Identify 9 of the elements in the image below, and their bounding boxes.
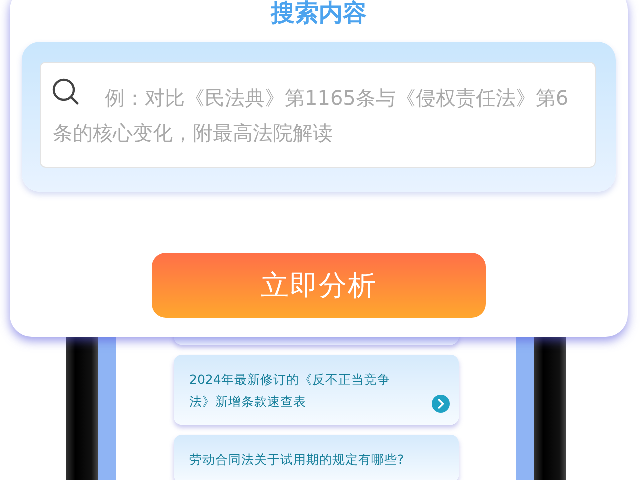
suggestion-card[interactable]: 劳动合同法关于试用期的规定有哪些? [174, 435, 458, 480]
search-icon [52, 78, 80, 106]
dialog-title: 搜索内容 [271, 0, 367, 29]
analyze-button[interactable]: 立即分析 [152, 253, 486, 318]
search-field[interactable]: 例：对比《民法典》第1165条与《侵权责任法》第6条的核心变化，附最高法院解读 [40, 62, 596, 168]
suggestion-card[interactable]: 2024年最新修订的《反不正当竞争法》新增条款速查表 [174, 355, 458, 425]
chevron-right-icon[interactable] [432, 395, 450, 413]
suggestion-text: 劳动合同法关于试用期的规定有哪些? [190, 451, 404, 469]
suggestion-text: 2024年最新修订的《反不正当竞争法》新增条款速查表 [190, 371, 392, 411]
